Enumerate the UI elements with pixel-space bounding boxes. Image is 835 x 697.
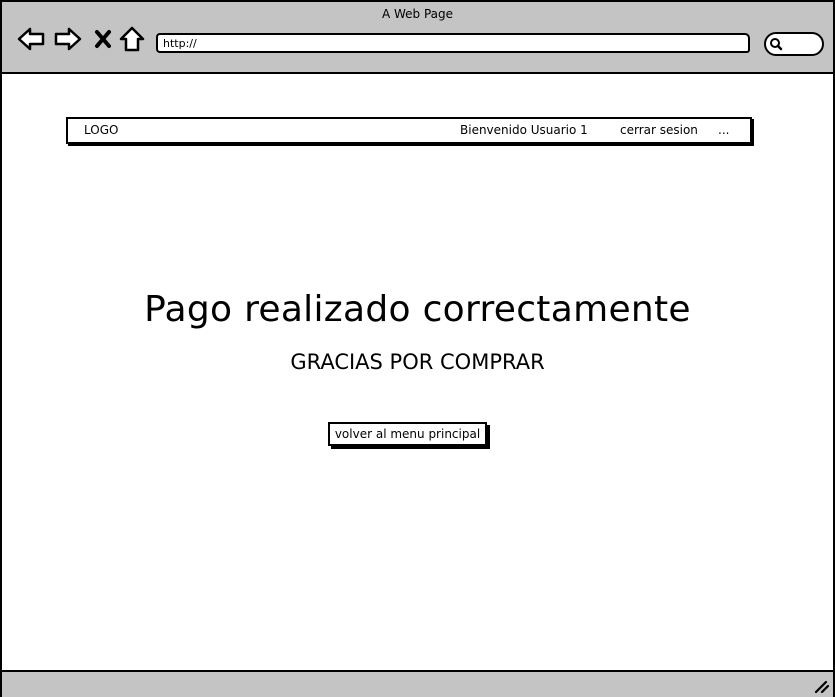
site-logo[interactable]: LOGO [84,123,118,137]
stop-button[interactable] [88,24,118,54]
home-button[interactable] [117,24,147,54]
page-title: Pago realizado correctamente [144,289,691,330]
more-menu[interactable]: ... [718,123,729,137]
address-bar[interactable]: http:// [156,33,750,53]
back-arrow-icon [17,27,45,51]
logout-link[interactable]: cerrar sesion [620,123,698,137]
back-to-menu-button[interactable]: volver al menu principal [328,422,487,446]
forward-button[interactable] [53,24,83,54]
browser-titlebar: A Web Page http:// [2,2,833,74]
forward-arrow-icon [54,27,82,51]
browser-statusbar [2,670,833,697]
page-viewport: LOGO Bienvenido Usuario 1 cerrar sesion … [2,74,833,670]
search-box[interactable] [764,32,824,56]
close-icon [95,30,111,48]
browser-window: A Web Page http:// LOGO Bienvenido Usuar… [0,0,835,697]
window-title: A Web Page [381,7,454,21]
resize-grip-icon[interactable] [813,679,829,693]
back-button[interactable] [16,24,46,54]
welcome-text: Bienvenido Usuario 1 [460,123,588,137]
search-icon [770,38,783,51]
site-header: LOGO Bienvenido Usuario 1 cerrar sesion … [66,117,752,144]
page-subtitle: GRACIAS POR COMPRAR [290,350,545,374]
home-icon [119,26,145,52]
